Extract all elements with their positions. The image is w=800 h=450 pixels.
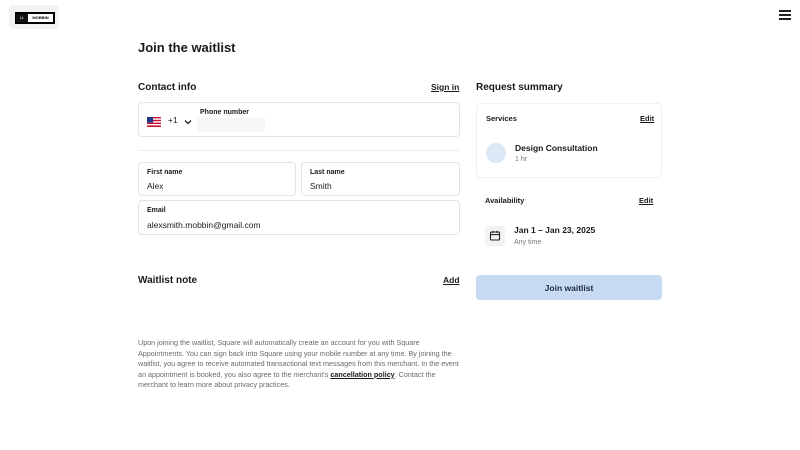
join-waitlist-button[interactable]: Join waitlist: [476, 275, 662, 300]
last-name-field[interactable]: Last name Smith: [301, 162, 460, 196]
page-title: Join the waitlist: [138, 40, 236, 55]
email-input[interactable]: alexsmith.mobbin@gmail.com: [147, 220, 261, 230]
service-duration: 1 hr: [515, 156, 528, 163]
email-field[interactable]: Email alexsmith.mobbin@gmail.com: [138, 200, 460, 235]
cancellation-policy-link[interactable]: cancellation policy: [330, 370, 394, 379]
services-title: Services: [486, 114, 517, 123]
calendar-icon: [485, 226, 505, 246]
phone-field[interactable]: +1 Phone number: [138, 102, 460, 137]
service-name: Design Consultation: [515, 143, 598, 153]
phone-input[interactable]: [197, 118, 265, 132]
menu-icon[interactable]: [779, 10, 791, 20]
services-card: Services Edit Design Consultation 1 hr: [476, 103, 662, 178]
legal-text: Upon joining the waitlist, Square will a…: [138, 338, 460, 391]
first-name-input[interactable]: Alex: [147, 181, 164, 191]
logo-right-text: MOBBIN: [28, 14, 53, 22]
waitlist-note-title: Waitlist note: [138, 275, 198, 286]
last-name-label: Last name: [310, 169, 345, 176]
edit-services-link[interactable]: Edit: [640, 114, 654, 123]
contact-info-title: Contact info: [138, 82, 197, 93]
divider: [138, 150, 460, 151]
logo-left-text: LL: [16, 14, 28, 22]
service-avatar: [486, 143, 506, 163]
availability-card: Availability Edit Jan 1 – Jan 23, 2025 A…: [476, 186, 662, 258]
availability-time: Any time: [514, 239, 542, 246]
availability-title: Availability: [485, 196, 525, 205]
request-summary-title: Request summary: [476, 82, 563, 93]
country-code[interactable]: +1: [168, 115, 178, 125]
first-name-label: First name: [147, 169, 183, 176]
chevron-down-icon[interactable]: [183, 114, 193, 125]
phone-label: Phone number: [200, 109, 250, 116]
availability-dates: Jan 1 – Jan 23, 2025: [514, 225, 596, 235]
logo-mark: LL MOBBIN: [15, 12, 55, 24]
email-label: Email: [147, 207, 166, 214]
add-note-link[interactable]: Add: [443, 275, 460, 285]
first-name-field[interactable]: First name Alex: [138, 162, 296, 196]
logo[interactable]: LL MOBBIN: [9, 5, 59, 29]
last-name-input[interactable]: Smith: [310, 181, 332, 191]
us-flag-icon[interactable]: [147, 114, 161, 127]
edit-availability-link[interactable]: Edit: [639, 196, 653, 205]
sign-in-link[interactable]: Sign in: [431, 82, 459, 92]
